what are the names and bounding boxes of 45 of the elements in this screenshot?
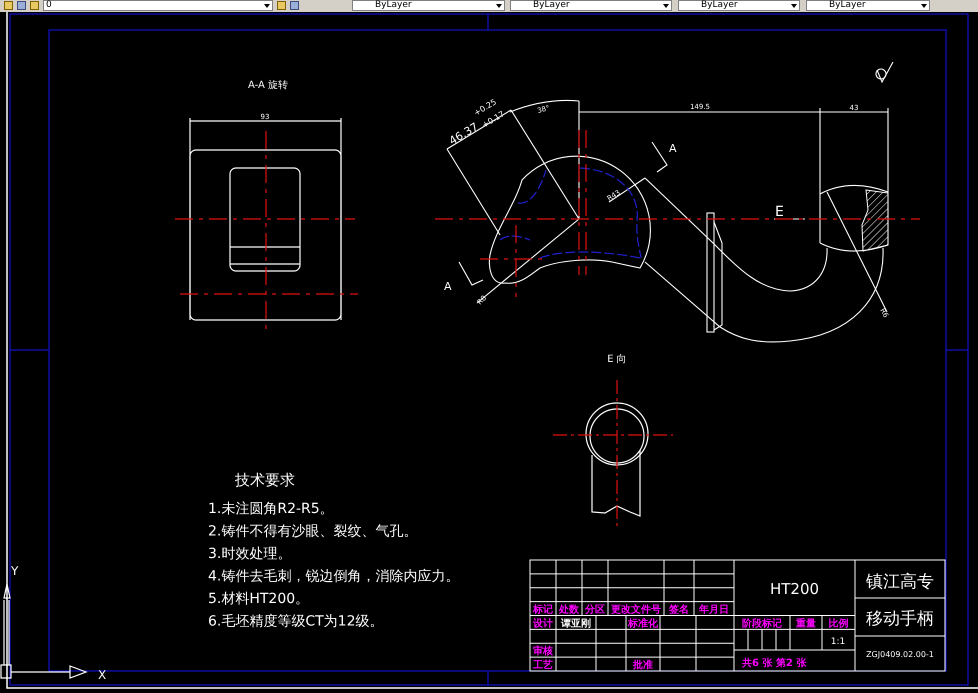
field-label: 设计 (533, 618, 553, 630)
section-mark: A (444, 280, 452, 293)
caret-icon (264, 4, 270, 8)
field-label: 标准化 (628, 618, 658, 630)
note-text: 3.时效处理。 (208, 546, 292, 562)
view-title: A-A 旋转 (248, 80, 288, 91)
material-label: HT200 (770, 580, 820, 598)
field-label: 审核 (533, 646, 553, 658)
field-label: 工艺 (533, 660, 553, 671)
axis-label: X (98, 668, 106, 682)
field-label: 处数 (559, 604, 579, 616)
note-text: 6.毛坯精度等级CT为12级。 (208, 614, 384, 630)
field-label: 年月日 (699, 604, 729, 616)
property-dropdown[interactable]: ByLayer (806, 0, 930, 11)
field-label: 比例 (828, 618, 848, 630)
section-mark: A (669, 142, 677, 155)
note-text: 1.未注圆角R2-R5。 (208, 501, 334, 517)
caret-icon (791, 4, 797, 8)
field-label: 签名 (669, 604, 689, 616)
field-label: 更改文件号 (611, 604, 661, 616)
axis-label: Y (11, 564, 18, 578)
scale-value: 1:1 (830, 637, 846, 647)
note-text: 4.铸件去毛刺，锐边倒角，消除内应力。 (208, 568, 460, 584)
note-text: 5.材料HT200。 (208, 591, 310, 607)
note-text: 2.铸件不得有沙眼、裂纹、气孔。 (208, 524, 418, 540)
property-dropdown[interactable]: ByLayer (678, 0, 800, 11)
property-dropdown[interactable]: ByLayer (352, 0, 505, 11)
field-label: 重量 (796, 618, 816, 630)
field-label: 阶段标记 (742, 618, 782, 630)
caret-icon (921, 4, 927, 8)
drawing-number: ZGJ0409.02.00-1 (866, 650, 934, 659)
field-label: 标记 (533, 604, 553, 616)
view-title: E 向 (607, 354, 627, 365)
notes-title: 技术要求 (235, 471, 295, 489)
sheet-count: 共6 张 第2 张 (742, 658, 806, 669)
field-label: 批准 (633, 660, 653, 671)
school-name: 镇江高专 (866, 572, 934, 592)
view-mark: E (775, 204, 784, 220)
caret-icon (496, 4, 502, 8)
designer-name: 谭亚刚 (561, 618, 591, 630)
layer-dropdown[interactable]: 0 (43, 0, 273, 11)
caret-icon (663, 4, 669, 8)
part-name: 移动手柄 (866, 609, 934, 629)
field-label: 分区 (585, 604, 605, 616)
property-dropdown[interactable]: ByLayer (510, 0, 672, 11)
